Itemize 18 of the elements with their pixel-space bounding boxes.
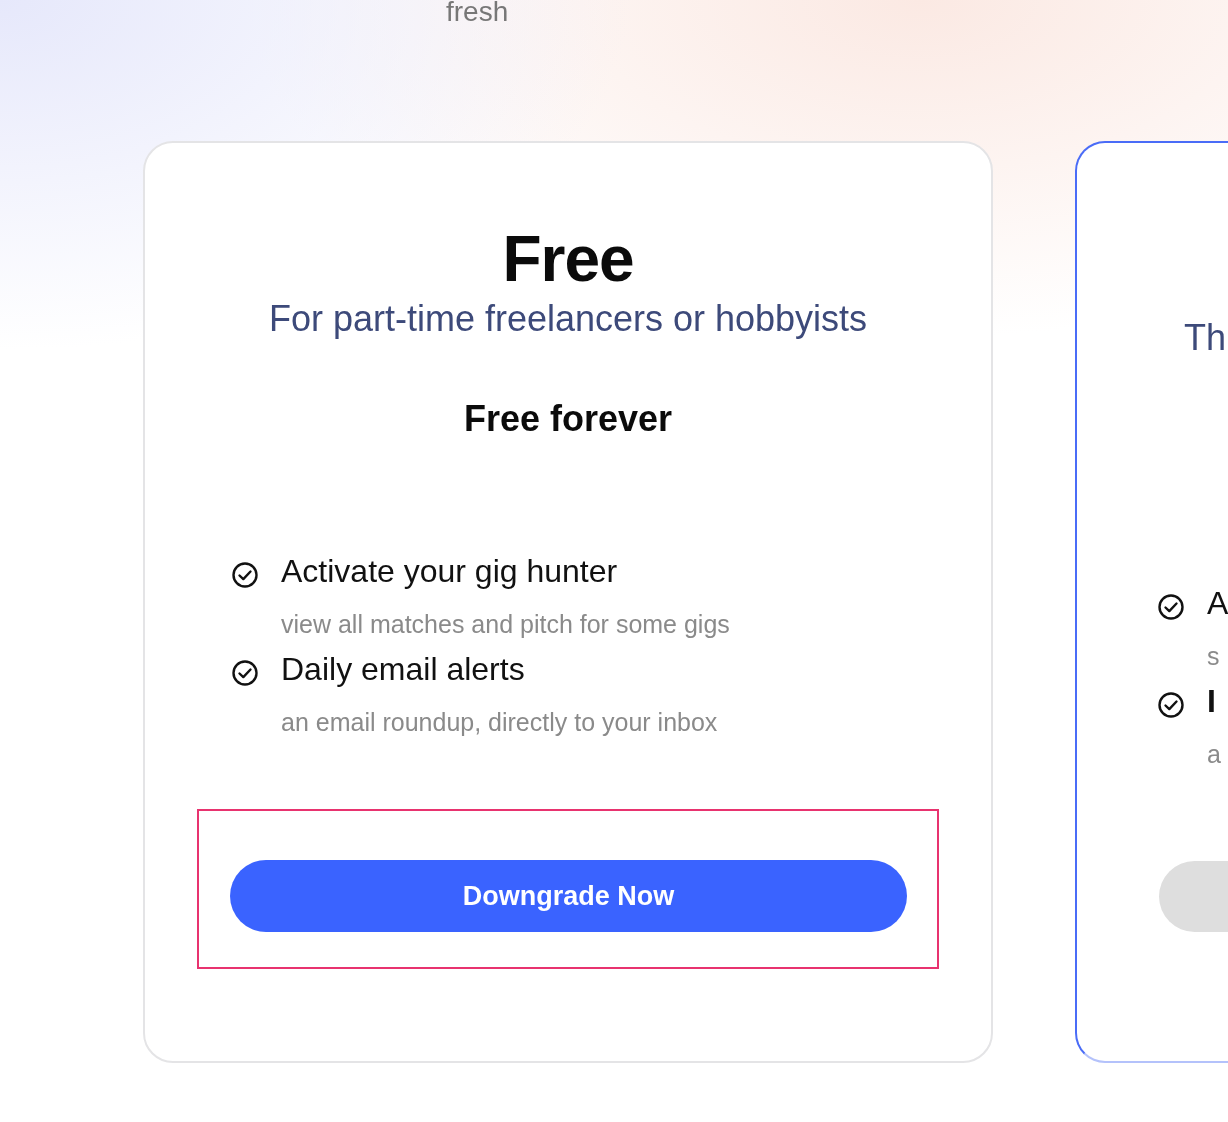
feature-title: A (1207, 584, 1228, 623)
feature-title: Daily email alerts (281, 650, 526, 689)
feature-title: I (1207, 682, 1217, 721)
check-icon (1157, 691, 1185, 719)
feature-detail: a (1207, 739, 1221, 769)
check-icon (1157, 593, 1185, 621)
plan-subtitle: For part-time freelancers or hobbyists (268, 297, 868, 341)
feature-detail: an email roundup, directly to your inbox (281, 707, 718, 737)
feature-detail: s (1207, 641, 1221, 671)
plan-button[interactable]: Downgrade Now (230, 860, 907, 932)
check-icon (231, 659, 259, 687)
plan-title: Free (502, 223, 634, 295)
plan-price: Free forever (463, 397, 673, 441)
feature-title: Activate your gig hunter (281, 552, 619, 591)
heading-text: fresh (446, 0, 510, 24)
plan-subtitle: Th (1184, 316, 1227, 360)
check-icon (231, 561, 259, 589)
feature-detail: view all matches and pitch for some gigs (281, 609, 730, 639)
